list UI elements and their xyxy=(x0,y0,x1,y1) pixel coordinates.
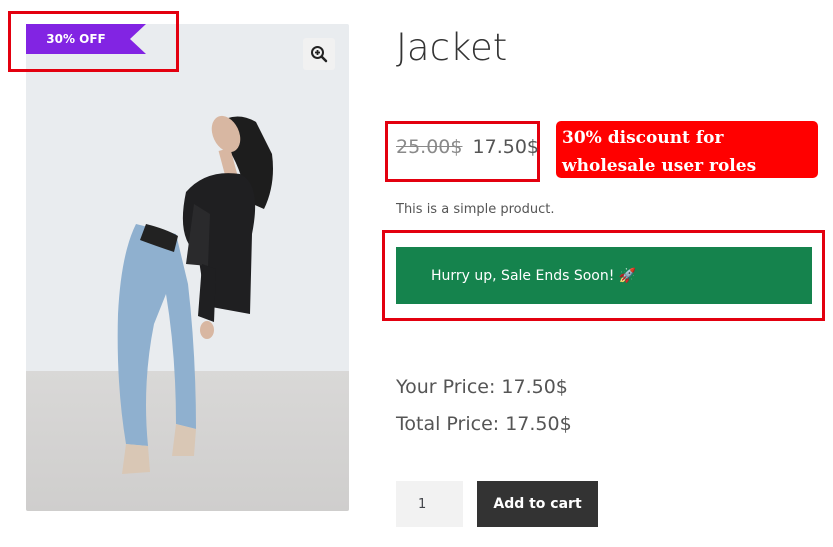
zoom-in-icon xyxy=(311,46,328,63)
short-description: This is a simple product. xyxy=(396,202,555,217)
highlight-sale-badge xyxy=(8,11,179,72)
total-price: Total Price: 17.50$ xyxy=(396,413,572,435)
quantity-input[interactable] xyxy=(396,481,463,527)
model-figure xyxy=(117,115,273,474)
add-to-cart-button[interactable]: Add to cart xyxy=(477,481,598,527)
sale-price: 17.50$ xyxy=(472,136,540,158)
product-title: Jacket xyxy=(396,26,508,69)
sale-ends-banner: Hurry up, Sale Ends Soon! 🚀 xyxy=(396,247,812,304)
sale-banner-text: Hurry up, Sale Ends Soon! 🚀 xyxy=(431,267,637,284)
discount-note: 30% discount for wholesale user roles xyxy=(556,121,818,178)
product-image[interactable] xyxy=(26,24,349,511)
your-price: Your Price: 17.50$ xyxy=(396,376,568,398)
regular-price: 25.00$ xyxy=(396,136,463,158)
product-price: 25.00$ 17.50$ xyxy=(396,136,539,158)
zoom-button[interactable] xyxy=(303,38,335,70)
